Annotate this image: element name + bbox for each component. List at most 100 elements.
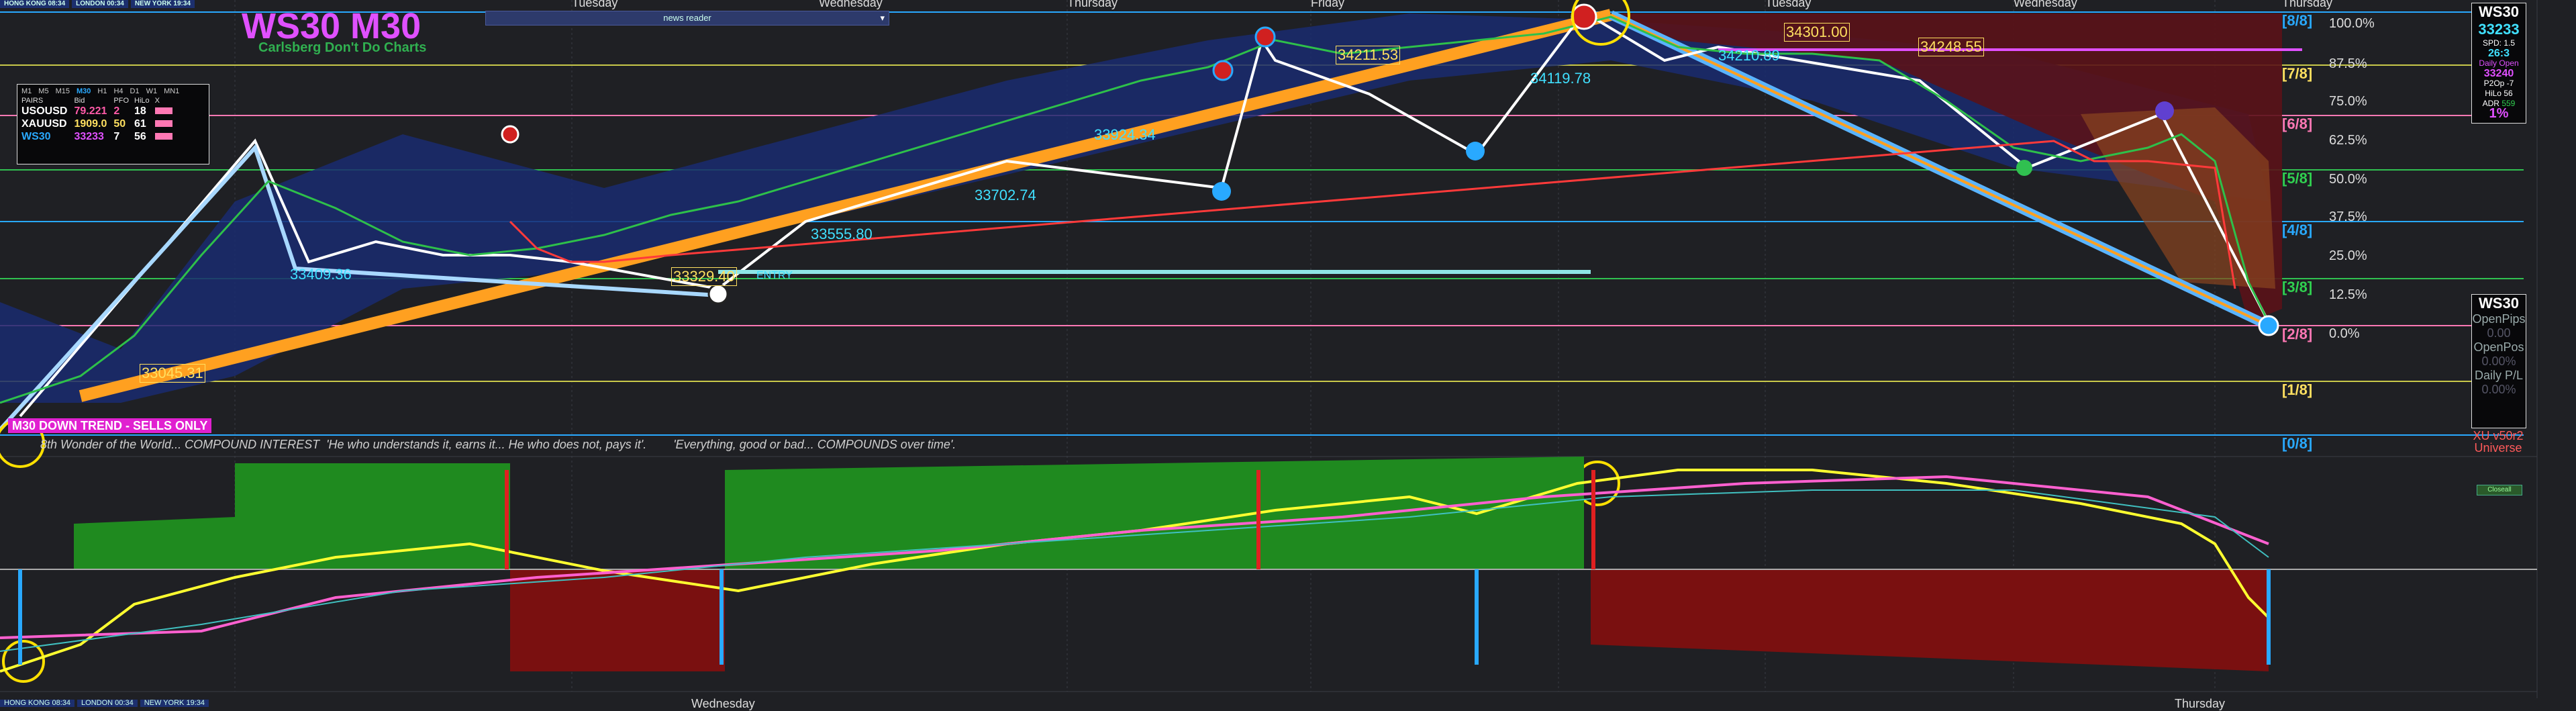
day-label: Thursday: [2282, 0, 2333, 9]
tf-m1[interactable]: M1: [21, 87, 32, 95]
entry-label: ENTRY: [756, 270, 793, 281]
pct-875: 87.5%: [2329, 56, 2367, 71]
pct-125: 12.5%: [2329, 287, 2367, 302]
col-x: X: [154, 97, 160, 105]
pct-625: 62.5%: [2329, 133, 2367, 148]
table-row[interactable]: USOUSD 79.221 2 18: [21, 105, 179, 117]
price-label: 33702.74: [975, 187, 1036, 203]
info-hilo-label: HiLo: [2485, 89, 2501, 98]
pct-100: 100.0%: [2329, 16, 2375, 31]
news-reader-bar[interactable]: news reader ▾: [485, 11, 889, 26]
info-daily-open: 33240: [2483, 68, 2514, 79]
pct-375: 37.5%: [2329, 209, 2367, 224]
pair-bid: 1909.0: [74, 118, 107, 130]
pairs-table: PAIRS Bid PFO HiLo X USOUSD 79.221 2 18 …: [21, 95, 179, 143]
info-spread: 26:3: [2487, 48, 2510, 59]
info-p2op-label: P2Op: [2483, 79, 2505, 88]
pair-hilo: 61: [134, 118, 146, 130]
level-3-8: [3/8]: [2282, 279, 2313, 295]
price-chart[interactable]: [0, 0, 2576, 707]
level-5-8: [5/8]: [2282, 170, 2313, 187]
info-p2op: -7: [2506, 79, 2514, 88]
chart-title: WS30 M30: [242, 6, 422, 46]
info-spd: SPD: 1.5: [2482, 38, 2516, 48]
col-bid: Bid: [74, 97, 85, 105]
tf-h4[interactable]: H4: [113, 87, 123, 95]
price-label: 33409.36: [290, 266, 352, 283]
tf-m5[interactable]: M5: [38, 87, 48, 95]
swatch-icon: [154, 120, 172, 127]
table-row[interactable]: XAUUSD 1909.0 50 61: [21, 117, 179, 130]
level-0-8: [0/8]: [2282, 435, 2313, 452]
price-label: 33329.40: [671, 267, 737, 286]
news-reader-label: news reader: [663, 13, 711, 23]
session-clock-bar-bottom: HONG KONG 08:34 LONDON 00:34 NEW YORK 19…: [0, 700, 209, 707]
pair-name: WS30: [21, 131, 51, 142]
pct-75: 75.0%: [2329, 94, 2367, 109]
pair-hilo: 18: [134, 105, 146, 117]
pair-pfo: 2: [113, 105, 120, 117]
pair-pfo: 7: [113, 131, 120, 142]
session-newyork: NEW YORK 19:34: [130, 0, 195, 8]
tf-h1[interactable]: H1: [97, 87, 107, 95]
pair-bid: 79.221: [74, 105, 107, 117]
day-label: Thursday: [2175, 697, 2226, 710]
info-price: 33233: [2478, 21, 2520, 38]
closeall-button[interactable]: Closeall: [2477, 485, 2522, 495]
pair-bid: 33233: [74, 131, 104, 142]
brand-line2: Universe: [2474, 441, 2522, 455]
brand-line1: XU v50r2: [2473, 429, 2524, 442]
day-label: Friday: [1311, 0, 1345, 9]
pair-name: USOUSD: [21, 105, 68, 117]
histogram: [0, 457, 2537, 671]
pct-0: 0.0%: [2329, 326, 2360, 341]
brand-label: XU v50r2 Universe: [2471, 430, 2525, 454]
price-label: 34119.78: [1530, 70, 1591, 87]
price-label: 34248.55: [1918, 38, 1984, 56]
trend-status-banner: M30 DOWN TREND - SELLS ONLY: [8, 418, 212, 433]
pair-name: XAUUSD: [21, 118, 67, 130]
position-box: WS30 OpenPips 0.00 OpenPos 0.00% Daily P…: [2471, 294, 2526, 428]
price-label: 33924.34: [1094, 126, 1156, 143]
session-clock-bar: HONG KONG 08:34 LONDON 00:34 NEW YORK 19…: [0, 0, 195, 8]
day-label: Wednesday: [2014, 0, 2077, 9]
session-london: LONDON 00:34: [72, 0, 128, 8]
level-4-8: [4/8]: [2282, 222, 2313, 238]
swatch-icon: [154, 133, 172, 140]
openpos-label: OpenPos: [2473, 340, 2524, 354]
price-label: 33045.31: [140, 364, 205, 383]
tf-m30[interactable]: M30: [77, 87, 91, 95]
pos-symbol: WS30: [2479, 295, 2519, 312]
day-label: Wednesday: [691, 697, 755, 710]
price-label: 34211.53: [1336, 46, 1401, 64]
tf-d1[interactable]: D1: [130, 87, 140, 95]
price-label: 33555.80: [811, 226, 873, 242]
tf-mn1[interactable]: MN1: [164, 87, 179, 95]
col-pairs: PAIRS: [21, 97, 44, 105]
price-label: 34210.89: [1718, 47, 1780, 64]
openpips-value: 0.00: [2487, 326, 2511, 340]
level-2-8: [2/8]: [2282, 326, 2313, 342]
swatch-icon: [154, 107, 172, 114]
table-row[interactable]: WS30 33233 7 56: [21, 130, 179, 143]
level-1-8: [1/8]: [2282, 381, 2313, 398]
symbol-info-box: WS30 33233 SPD: 1.5 26:3 Daily Open 3324…: [2471, 3, 2526, 124]
dailypl-value: 0.00%: [2481, 383, 2516, 396]
close-icon[interactable]: ▾: [880, 11, 885, 25]
info-symbol: WS30: [2479, 3, 2519, 20]
pct-50: 50.0%: [2329, 172, 2367, 187]
timeframe-selector[interactable]: M1 M5 M15 M30 H1 H4 D1 W1 MN1: [17, 85, 209, 95]
day-label: Wednesday: [819, 0, 883, 9]
tf-m15[interactable]: M15: [56, 87, 70, 95]
chart-subtitle: Carlsberg Don't Do Charts: [258, 40, 427, 55]
pair-hilo: 56: [134, 131, 146, 142]
info-daily-open-label: Daily Open: [2479, 58, 2519, 68]
session-london: LONDON 00:34: [77, 700, 138, 707]
day-label: Thursday: [1067, 0, 1118, 9]
session-hongkong: HONG KONG 08:34: [0, 700, 75, 707]
session-newyork: NEW YORK 19:34: [140, 700, 209, 707]
tf-w1[interactable]: W1: [146, 87, 158, 95]
openpips-label: OpenPips: [2472, 312, 2526, 326]
session-hongkong: HONG KONG 08:34: [0, 0, 70, 8]
motto-text: 8th Wonder of the World... COMPOUND INTE…: [40, 438, 956, 451]
